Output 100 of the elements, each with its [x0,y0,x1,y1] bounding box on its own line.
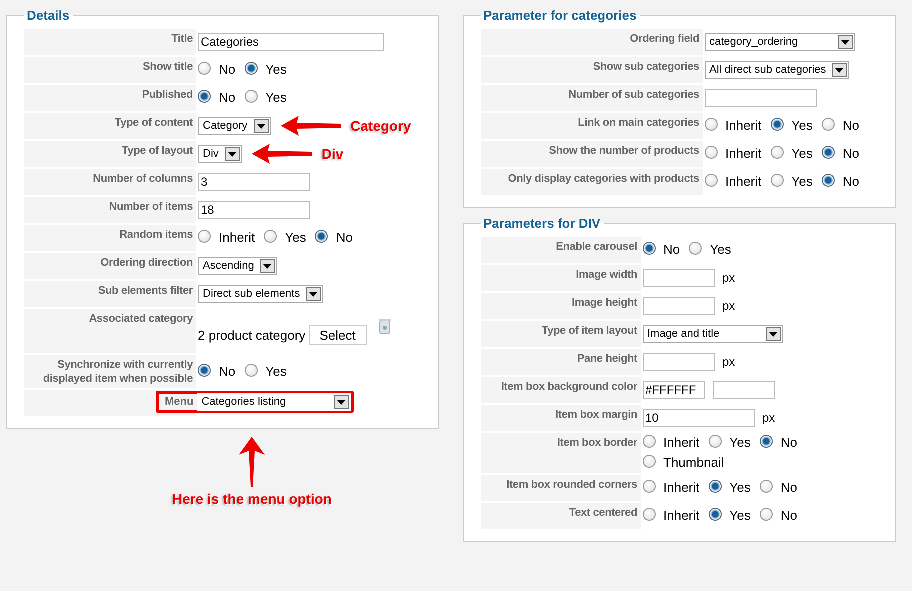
select-button[interactable]: Select [308,325,367,345]
field-label: Text centered [480,503,640,529]
radio-button[interactable] [704,146,718,159]
field-label: Only display categories with products [480,169,702,195]
radio-button[interactable] [760,480,773,493]
radio-button[interactable] [315,230,328,243]
radio-button[interactable] [244,90,258,103]
dropdown[interactable]: Ascending [198,257,278,275]
radio-label: Inherit [664,435,700,450]
radio-label: Yes [285,230,306,245]
radio-label: Yes [730,435,751,450]
field-label: Type of item layout [480,321,640,347]
text-field[interactable]: 10 [642,409,754,427]
radio-label: No [219,90,236,105]
radio-label: Yes [792,146,813,161]
unit-label: px [722,271,736,285]
radio-label: No [780,508,798,523]
field-label: Item box rounded corners [480,475,640,501]
field-label: Item box border [480,433,640,473]
callout-label: Category [350,118,412,134]
text-field[interactable] [642,297,714,315]
radio-button[interactable] [198,230,211,243]
radio-button[interactable] [770,118,784,131]
radio-button[interactable] [822,118,835,131]
radio-label: Yes [730,480,751,495]
radio-label: Inherit [664,480,700,495]
dropdown[interactable]: All direct sub categories [704,61,850,79]
radio-button[interactable] [770,146,784,159]
section-title: Details [26,8,71,23]
radio-label: Yes [710,242,732,257]
radio-button[interactable] [689,242,702,255]
callout-label: Here is the menu option [172,491,332,507]
field-label: Synchronize with currently displayed item when possible [24,355,196,388]
field-label: Menu [164,396,195,408]
radio-button[interactable] [704,118,718,131]
radio-label: No [842,174,860,189]
field-label: Type of content [24,113,196,139]
radio-button[interactable] [708,508,722,521]
radio-button[interactable] [244,364,258,376]
radio-label: Inherit [726,174,762,189]
radio-button[interactable] [704,174,718,187]
radio-button[interactable] [760,508,773,521]
trash-icon[interactable] [378,319,391,335]
radio-button[interactable] [708,480,722,493]
caret-icon [840,40,850,44]
caret-icon [768,332,778,336]
dropdown[interactable]: Direct sub elements [198,285,324,303]
radio-label: Yes [792,118,813,133]
radio-label: No [664,242,680,257]
text-field[interactable]: 18 [198,201,310,219]
radio-button[interactable] [822,174,835,187]
text-field[interactable] [642,353,714,371]
field-label: Image height [480,293,640,319]
field-label: Type of layout [24,141,196,167]
radio-label: Yes [266,90,287,105]
radio-button[interactable] [642,242,656,255]
radio-button[interactable] [822,146,835,159]
radio-button[interactable] [760,435,773,448]
text-field[interactable] [642,269,714,287]
radio-button[interactable] [642,455,656,468]
radio-label: Yes [266,364,287,378]
radio-button[interactable] [642,480,656,493]
radio-button[interactable] [708,435,722,448]
field-label: Enable carousel [480,237,640,263]
dropdown[interactable]: Categories listing [196,393,351,411]
section-title: Parameter for categories [482,8,638,23]
radio-label: No [336,230,353,245]
caret-icon [263,264,272,268]
section-title: Parameters for DIV [482,216,602,231]
radio-button[interactable] [244,62,258,75]
text-field[interactable]: 3 [198,173,310,191]
arrow-left-icon [250,142,314,166]
radio-label: Yes [792,174,813,189]
radio-label: No [842,118,860,133]
dropdown[interactable]: Category [198,117,271,135]
field-label: Pane height [480,349,640,375]
radio-button[interactable] [642,435,656,448]
radio-button[interactable] [198,90,211,103]
radio-button[interactable] [642,508,656,521]
radio-button[interactable] [264,230,278,243]
dropdown[interactable]: Image and title [642,325,782,343]
radio-label: No [780,435,798,450]
dropdown[interactable]: Div [198,145,242,163]
radio-label: Inherit [219,230,256,245]
radio-button[interactable] [770,174,784,187]
text-field[interactable] [704,89,816,107]
radio-button[interactable] [198,364,211,376]
field-label: Title [24,29,196,55]
color-field[interactable]: #FFFFFF [642,381,704,399]
field-label: Image width [480,265,640,291]
text-field[interactable]: Categories [198,33,384,51]
field-label: Item box background color [480,377,640,403]
dropdown[interactable]: category_ordering [704,33,854,51]
unit-label: px [722,355,736,369]
caret-icon [835,68,844,72]
field-label: Show sub categories [480,57,702,83]
field-label: Number of sub categories [480,85,702,111]
radio-button[interactable] [198,62,211,75]
caret-icon [336,400,346,404]
radio-label: No [219,62,236,77]
